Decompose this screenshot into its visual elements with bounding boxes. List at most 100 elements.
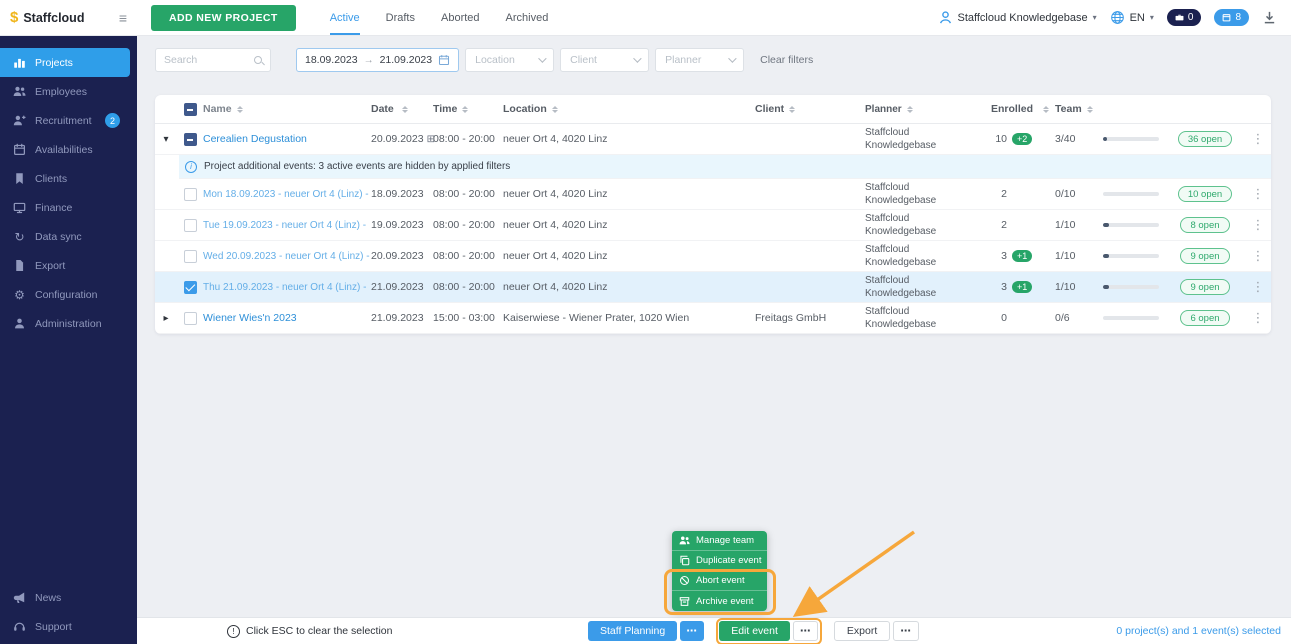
enrolled-cell: 2 <box>1001 219 1007 231</box>
column-header-name[interactable]: Name <box>203 103 371 115</box>
row-actions-menu-button[interactable]: ⋮ <box>1245 217 1271 233</box>
event-name-link[interactable]: Tue 19.09.2023 - neuer Ort 4 (Linz) - <box>203 220 366 231</box>
search-input[interactable] <box>164 54 254 66</box>
row-actions-menu-button[interactable]: ⋮ <box>1245 131 1271 147</box>
tab-archived[interactable]: Archived <box>506 0 549 35</box>
open-positions-badge: 10 open <box>1177 186 1233 202</box>
add-new-project-button[interactable]: ADD NEW PROJECT <box>151 4 296 31</box>
sidebar-item-employees[interactable]: Employees <box>0 77 130 106</box>
menu-item-duplicate-event[interactable]: Duplicate event <box>672 551 767 571</box>
menu-item-label: Manage team <box>696 535 755 546</box>
row-expand-caret[interactable]: ▸ <box>155 313 177 324</box>
planner-filter[interactable]: Planner <box>655 48 745 72</box>
edit-event-button[interactable]: Edit event <box>719 621 790 641</box>
row-actions-menu-button[interactable]: ⋮ <box>1245 186 1271 202</box>
location-filter[interactable]: Location <box>465 48 555 72</box>
search-box[interactable] <box>155 48 271 72</box>
column-header-planner[interactable]: Planner <box>865 103 979 116</box>
projects-table: Name Date Time Location Client Planner Enrolle… <box>155 95 1271 334</box>
menu-item-label: Abort event <box>696 575 745 586</box>
column-header-enrolled[interactable]: Enrolled <box>979 103 1055 115</box>
event-date: 18.09.2023 <box>371 188 424 200</box>
date-range-filter[interactable]: 18.09.2023 → 21.09.2023 <box>296 48 460 72</box>
event-planner: Staffcloud Knowledgebase <box>865 182 937 206</box>
staff-planning-more-button[interactable]: ⋯ <box>680 621 704 641</box>
table-body: ▾ Cerealien Degustation 20.09.2023 ⊞ 08:00 -… <box>155 124 1271 334</box>
language-selector[interactable]: EN ▾ <box>1110 10 1154 25</box>
sort-icon <box>236 105 243 113</box>
sidebar-item-label: Support <box>35 620 72 633</box>
sidebar-item-finance[interactable]: Finance <box>0 193 130 222</box>
location-filter-label: Location <box>475 54 515 66</box>
export-button[interactable]: Export <box>833 621 891 641</box>
sidebar-item-administration[interactable]: Administration <box>0 309 130 338</box>
sidebar-item-availabilities[interactable]: Availabilities <box>0 135 130 164</box>
tab-aborted[interactable]: Aborted <box>441 0 480 35</box>
hamburger-menu-icon[interactable]: ≡ <box>119 10 127 26</box>
row-checkbox[interactable] <box>183 187 197 201</box>
event-name-link[interactable]: Wed 20.09.2023 - neuer Ort 4 (Linz) - <box>203 251 370 262</box>
event-name-link[interactable]: Mon 18.09.2023 - neuer Ort 4 (Linz) - <box>203 189 369 200</box>
open-positions-badge: 8 open <box>1180 217 1230 233</box>
event-location: Kaiserwiese - Wiener Prater, 1020 Wien <box>503 312 690 324</box>
sidebar-item-label: Finance <box>35 201 73 214</box>
chevron-down-icon: ▾ <box>1092 13 1097 22</box>
menu-item-label: Archive event <box>696 595 754 607</box>
clear-filters-link[interactable]: Clear filters <box>760 54 813 66</box>
sidebar-item-clients[interactable]: Clients <box>0 164 130 193</box>
client-filter[interactable]: Client <box>560 48 650 72</box>
menu-item-archive-event[interactable]: Archive event <box>672 591 767 611</box>
menu-item-abort-event[interactable]: Abort event <box>672 571 767 591</box>
date-from[interactable]: 18.09.2023 <box>305 54 358 66</box>
language-code: EN <box>1129 11 1145 24</box>
logo-text: Staffcloud <box>23 10 85 25</box>
availabilities-icon <box>13 143 26 156</box>
clients-icon <box>13 172 26 185</box>
row-actions-menu-button[interactable]: ⋮ <box>1245 248 1271 264</box>
staff-planning-button[interactable]: Staff Planning <box>588 621 678 641</box>
tab-drafts[interactable]: Drafts <box>386 0 415 35</box>
row-checkbox[interactable] <box>183 132 197 146</box>
event-client: Freitags GmbH <box>755 312 827 324</box>
table-row: Mon 18.09.2023 - neuer Ort 4 (Linz) -18.… <box>155 179 1271 210</box>
export-more-button[interactable]: ⋯ <box>893 621 919 641</box>
column-header-location[interactable]: Location <box>503 103 755 115</box>
row-actions-menu-button[interactable]: ⋮ <box>1245 310 1271 326</box>
column-header-date[interactable]: Date <box>371 103 433 115</box>
select-all-checkbox[interactable] <box>183 102 197 116</box>
sidebar-item-configuration[interactable]: ⚙ Configuration <box>0 280 130 309</box>
tab-active[interactable]: Active <box>329 0 360 35</box>
finance-icon <box>13 201 26 214</box>
sort-icon <box>789 105 796 113</box>
sidebar-item-data-sync[interactable]: ↻ Data sync <box>0 222 130 251</box>
team-progress-bar <box>1103 192 1159 196</box>
sidebar-item-recruitment[interactable]: Recruitment 2 <box>0 106 130 135</box>
team-count: 1/10 <box>1055 250 1076 262</box>
column-header-time[interactable]: Time <box>433 103 503 115</box>
menu-item-manage-team[interactable]: Manage team <box>672 531 767 551</box>
row-checkbox[interactable] <box>183 249 197 263</box>
column-header-team[interactable]: Team <box>1055 103 1271 115</box>
row-expand-caret[interactable]: ▾ <box>155 134 177 145</box>
sidebar-item-news[interactable]: News <box>0 583 130 612</box>
event-name-link[interactable]: Cerealien Degustation <box>203 133 307 145</box>
sidebar-item-projects[interactable]: Projects <box>0 48 130 77</box>
user-menu[interactable]: Staffcloud Knowledgebase ▾ <box>938 10 1097 25</box>
team-count: 3/40 <box>1055 133 1076 145</box>
sidebar-item-export[interactable]: Export <box>0 251 130 280</box>
row-actions-menu-button[interactable]: ⋮ <box>1245 279 1271 295</box>
projects-counter-badge[interactable]: 0 <box>1166 9 1202 26</box>
enrolled-cell: 3 +1 <box>979 250 1055 262</box>
calendar-icon <box>438 54 450 66</box>
edit-event-more-button[interactable]: ⋯ <box>792 621 819 641</box>
row-checkbox[interactable] <box>183 280 197 294</box>
events-counter-badge[interactable]: 8 <box>1214 9 1249 26</box>
event-name-link[interactable]: Wiener Wies'n 2023 <box>203 312 297 324</box>
column-header-client[interactable]: Client <box>755 103 865 115</box>
row-checkbox[interactable] <box>183 311 197 325</box>
sidebar-item-support[interactable]: Support <box>0 612 130 641</box>
event-name-link[interactable]: Thu 21.09.2023 - neuer Ort 4 (Linz) - <box>203 282 366 293</box>
date-to[interactable]: 21.09.2023 <box>380 54 433 66</box>
row-checkbox[interactable] <box>183 218 197 232</box>
download-icon[interactable] <box>1262 10 1277 25</box>
